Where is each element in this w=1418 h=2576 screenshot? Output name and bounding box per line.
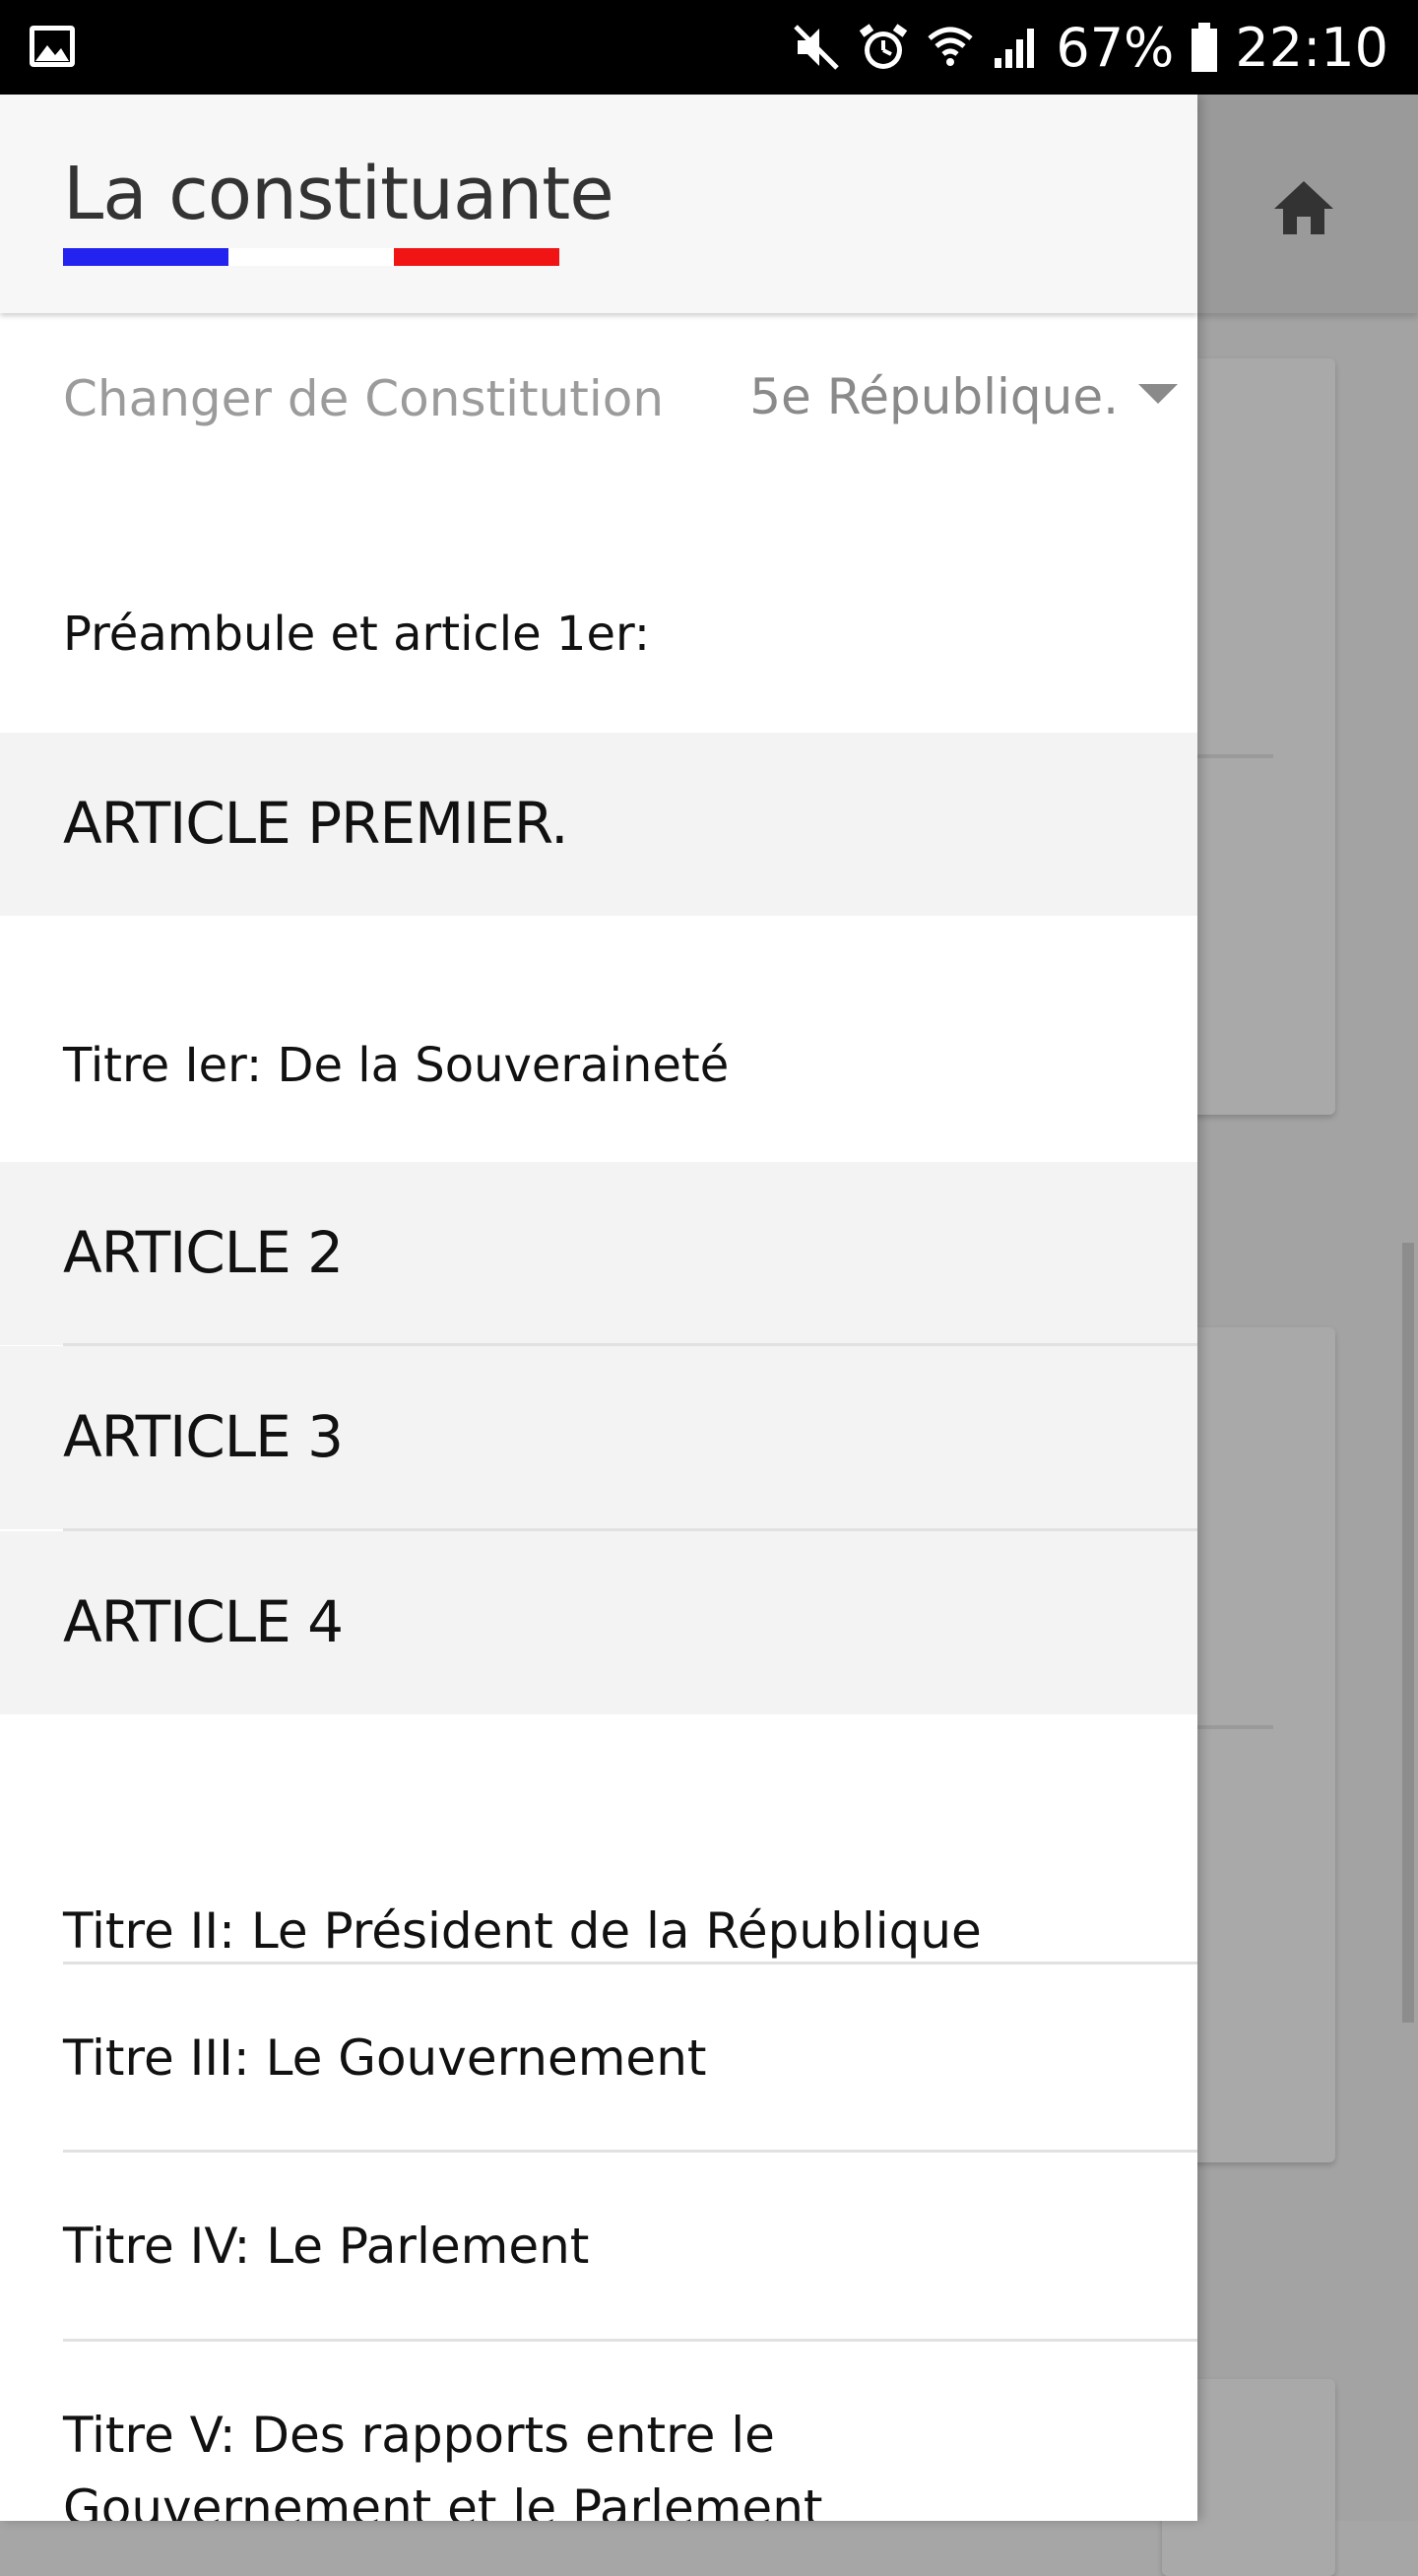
app-title: La constituante: [63, 152, 614, 236]
constitution-dropdown[interactable]: 5e République.: [749, 368, 1178, 425]
dropdown-arrow-icon: [1138, 384, 1178, 410]
status-bar: 67% 22:10: [0, 0, 1418, 95]
titre-label: Titre IV: Le Parlement: [63, 2218, 590, 2275]
article-label: ARTICLE PREMIER.: [63, 790, 569, 857]
titre-label: Titre V: Des rapports entre le Gouvernem…: [63, 2407, 823, 2521]
article-label: ARTICLE 2: [63, 1219, 344, 1286]
titre-item[interactable]: Titre V: Des rapports entre le Gouvernem…: [0, 2342, 1197, 2521]
background-scrollbar: [1402, 1243, 1414, 2023]
flag-white: [228, 248, 394, 266]
section-title-preambule: Préambule et article 1er:: [63, 607, 651, 662]
article-item[interactable]: ARTICLE PREMIER.: [0, 733, 1197, 916]
change-constitution-label: Changer de Constitution: [63, 370, 665, 427]
background-divider: [1196, 754, 1273, 758]
section-title-titre-1: Titre Ier: De la Souveraineté: [63, 1038, 730, 1093]
signal-icon: [991, 23, 1040, 72]
clock: 22:10: [1235, 16, 1388, 79]
image-icon: [28, 22, 77, 75]
constitution-selected-value: 5e République.: [749, 368, 1119, 425]
flag-red: [394, 248, 559, 266]
article-item[interactable]: ARTICLE 4: [0, 1531, 1197, 1714]
constitution-selector-row: Changer de Constitution 5e République.: [0, 313, 1197, 488]
wifi-icon: [926, 23, 975, 72]
article-item[interactable]: ARTICLE 2: [0, 1162, 1197, 1345]
article-item[interactable]: ARTICLE 3: [0, 1346, 1197, 1529]
titre-label: Titre III: Le Gouvernement: [63, 2029, 707, 2087]
battery-percent: 67%: [1056, 16, 1175, 79]
article-label: ARTICLE 3: [63, 1403, 344, 1470]
titre-item[interactable]: Titre IV: Le Parlement: [0, 2153, 1197, 2342]
background-divider: [1196, 1725, 1273, 1729]
drawer-header: La constituante: [0, 95, 1197, 313]
alarm-icon: [857, 21, 910, 74]
titre-item[interactable]: Titre III: Le Gouvernement: [0, 1964, 1197, 2154]
titre-label: Titre II: Le Président de la République: [63, 1902, 982, 1960]
article-label: ARTICLE 4: [63, 1588, 344, 1655]
navigation-drawer: La constituante Changer de Constitution …: [0, 95, 1197, 2521]
battery-icon: [1190, 21, 1219, 74]
flag-blue: [63, 248, 228, 266]
home-icon[interactable]: [1268, 173, 1339, 244]
french-flag-underline: [63, 248, 559, 266]
mute-icon: [792, 23, 841, 72]
